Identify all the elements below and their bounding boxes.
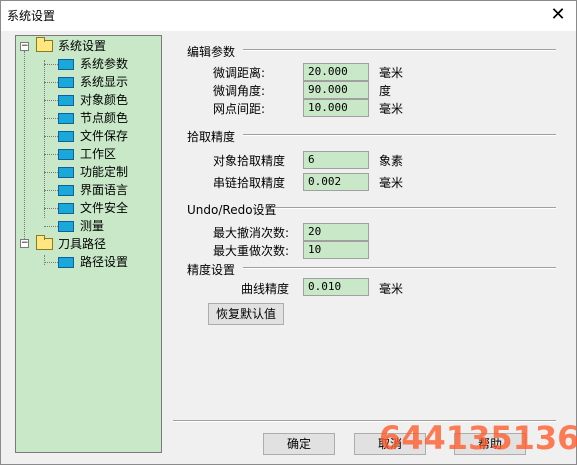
tree-item-label: 节点颜色 <box>80 111 129 125</box>
label-chain-pick-precision: 串链拾取精度 <box>213 176 286 190</box>
page-icon <box>58 257 74 268</box>
tree-item-label: 文件保存 <box>80 129 129 143</box>
page-icon <box>58 113 74 124</box>
tree-item-label: 测量 <box>80 219 105 233</box>
page-icon <box>58 149 74 160</box>
section-title-edit: 编辑参数 <box>187 45 236 59</box>
tree-item-label: 系统参数 <box>80 57 129 71</box>
section-title-undo-redo: Undo/Redo设置 <box>187 203 277 217</box>
page-icon <box>58 167 74 178</box>
tree-line <box>44 60 45 218</box>
ok-button[interactable]: 确定 <box>263 433 335 455</box>
section-divider <box>243 134 556 136</box>
tree-expander[interactable]: − <box>20 42 29 51</box>
section-divider <box>243 267 556 269</box>
settings-tree[interactable]: − 系统设置 系统参数 系统显示 对象颜色 节点颜色 文件保存 工作区 功能定制… <box>15 35 162 453</box>
tree-item-label: 功能定制 <box>80 165 129 179</box>
tree-line <box>44 136 58 137</box>
unit-mm: 毫米 <box>379 282 404 296</box>
tree-line <box>44 208 58 209</box>
close-icon[interactable]: ✕ <box>546 4 570 26</box>
tree-line <box>44 64 58 65</box>
tree-line <box>44 172 58 173</box>
max-redo-input[interactable]: 10 <box>303 241 369 259</box>
section-title-pick: 拾取精度 <box>187 130 236 144</box>
page-icon <box>58 131 74 142</box>
section-divider <box>243 49 556 51</box>
label-nudge-distance: 微调距离: <box>213 66 266 80</box>
label-max-redo: 最大重做次数: <box>213 244 290 258</box>
tree-node-label: 系统设置 <box>58 39 107 53</box>
tree-item-label: 路径设置 <box>80 255 129 269</box>
unit-pixel: 象素 <box>379 154 404 168</box>
page-icon <box>58 95 74 106</box>
unit-mm: 毫米 <box>379 176 404 190</box>
page-icon <box>58 221 74 232</box>
tree-line <box>44 82 58 83</box>
tree-expander[interactable]: − <box>20 239 29 248</box>
folder-icon <box>36 37 53 52</box>
label-nudge-angle: 微调角度: <box>213 84 266 98</box>
settings-window: 系统设置 ✕ − 系统设置 系统参数 系统显示 对象颜色 节点颜色 文件保存 工… <box>0 0 577 465</box>
page-icon <box>58 59 74 70</box>
grid-spacing-input[interactable]: 10.000 <box>303 99 369 117</box>
label-max-undo: 最大撤消次数: <box>213 226 290 240</box>
tree-line <box>44 118 58 119</box>
unit-mm: 毫米 <box>379 102 404 116</box>
restore-defaults-button[interactable]: 恢复默认值 <box>208 303 284 325</box>
page-icon <box>58 77 74 88</box>
section-divider <box>271 207 556 209</box>
tree-line <box>44 262 58 263</box>
tree-line <box>44 226 58 227</box>
unit-mm: 毫米 <box>379 66 404 80</box>
tree-line <box>24 51 25 243</box>
tree-line <box>44 190 58 191</box>
tree-item-label: 对象颜色 <box>80 93 129 107</box>
tree-item-label: 文件安全 <box>80 201 129 215</box>
max-undo-input[interactable]: 20 <box>303 223 369 241</box>
nudge-distance-input[interactable]: 20.000 <box>303 63 369 81</box>
label-object-pick-precision: 对象拾取精度 <box>213 154 286 168</box>
tree-line <box>44 100 58 101</box>
title-bar: 系统设置 ✕ <box>1 1 576 31</box>
tree-node-label: 刀具路径 <box>58 237 107 251</box>
page-icon <box>58 185 74 196</box>
nudge-angle-input[interactable]: 90.000 <box>303 81 369 99</box>
tree-line <box>44 255 45 265</box>
unit-degree: 度 <box>379 84 392 98</box>
object-pick-precision-input[interactable]: 6 <box>303 151 369 169</box>
chain-pick-precision-input[interactable]: 0.002 <box>303 173 369 191</box>
tree-item-label: 界面语言 <box>80 183 129 197</box>
page-icon <box>58 203 74 214</box>
label-grid-spacing: 网点间距: <box>213 102 266 116</box>
tree-item-label: 系统显示 <box>80 75 129 89</box>
tree-line <box>44 154 58 155</box>
section-title-precision: 精度设置 <box>187 263 236 277</box>
curve-precision-input[interactable]: 0.010 <box>303 278 369 296</box>
window-title: 系统设置 <box>7 9 56 23</box>
tree-item-label: 工作区 <box>80 147 117 161</box>
folder-icon <box>36 235 53 250</box>
label-curve-precision: 曲线精度 <box>241 282 290 296</box>
watermark-text: 644135136 <box>379 419 577 457</box>
